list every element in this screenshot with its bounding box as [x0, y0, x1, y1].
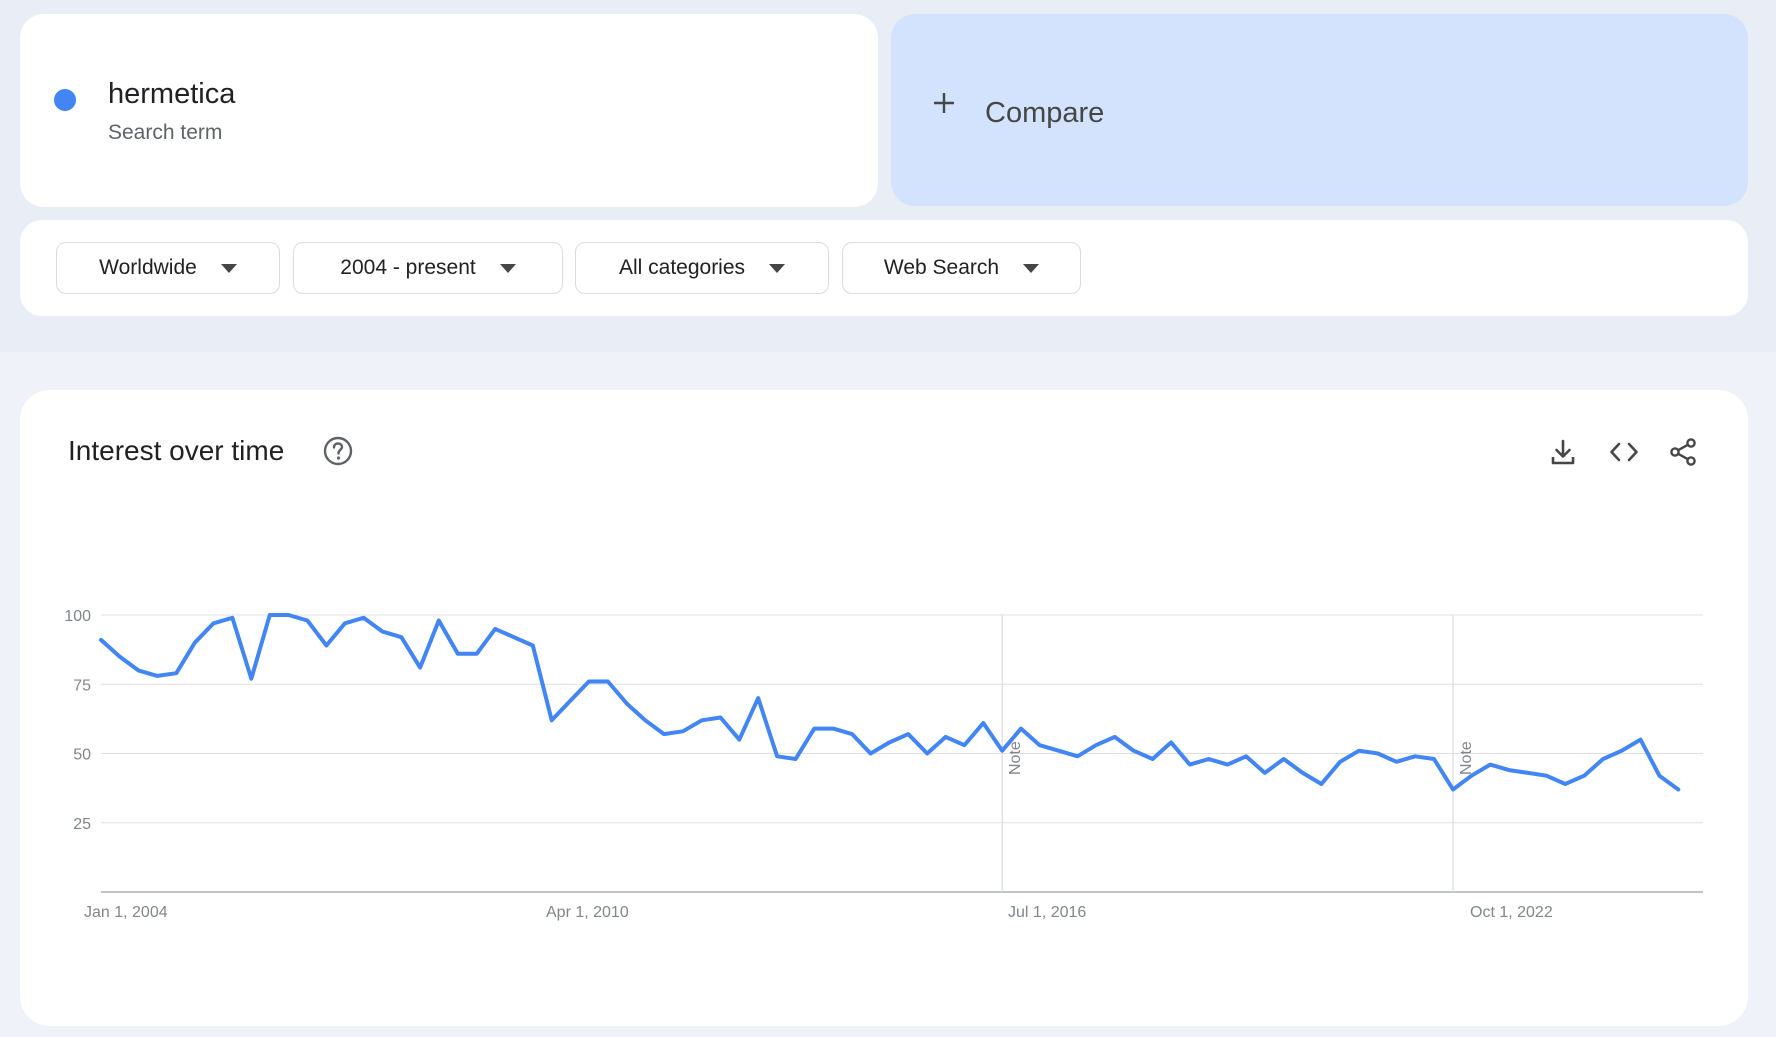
region-filter[interactable]: Worldwide [56, 242, 280, 294]
x-tick-label: Apr 1, 2010 [546, 904, 629, 921]
filter-bar: Worldwide 2004 - present All categories … [20, 220, 1748, 316]
compare-button[interactable]: Compare [891, 14, 1748, 206]
compare-label: Compare [985, 97, 1105, 129]
region-filter-label: Worldwide [99, 256, 197, 279]
time-range-filter[interactable]: 2004 - present [293, 242, 563, 294]
y-tick-label: 100 [64, 608, 91, 625]
y-tick-label: 25 [73, 816, 91, 833]
term-color-dot [54, 89, 76, 111]
note-marker-label[interactable]: Note [1007, 741, 1024, 775]
x-tick-label: Oct 1, 2022 [1470, 904, 1553, 921]
x-tick-label: Jul 1, 2016 [1008, 904, 1086, 921]
chart-lines [99, 613, 1681, 792]
x-tick-label: Jan 1, 2004 [84, 904, 168, 921]
chart-labels: 25 50 75 100 Jan 1, 2004 Apr 1, 2010 Jul 1, 20… [64, 608, 1553, 921]
caret-down-icon [1023, 263, 1040, 273]
search-term-card[interactable]: hermetica Search term [20, 14, 878, 207]
category-filter[interactable]: All categories [575, 242, 829, 294]
plus-icon [934, 93, 954, 113]
series-line[interactable] [99, 613, 1681, 792]
interest-over-time-card: Interest over time Note Note 25 50 75 100 Jan… [20, 390, 1748, 1026]
y-tick-label: 75 [73, 677, 91, 694]
y-tick-label: 50 [73, 747, 91, 764]
search-type-filter[interactable]: Web Search [842, 242, 1081, 294]
caret-down-icon [220, 263, 237, 273]
caret-down-icon [499, 263, 516, 273]
category-filter-label: All categories [618, 256, 746, 279]
time-range-filter-label: 2004 - present [340, 256, 476, 279]
note-marker-label[interactable]: Note [1458, 741, 1475, 775]
search-type-filter-label: Web Search [883, 256, 1000, 279]
search-term-type: Search term [108, 121, 223, 144]
search-term-name: hermetica [108, 78, 236, 110]
interest-chart: Note Note 25 50 75 100 Jan 1, 2004 Apr 1, 2010… [64, 608, 1703, 921]
caret-down-icon [769, 263, 786, 273]
